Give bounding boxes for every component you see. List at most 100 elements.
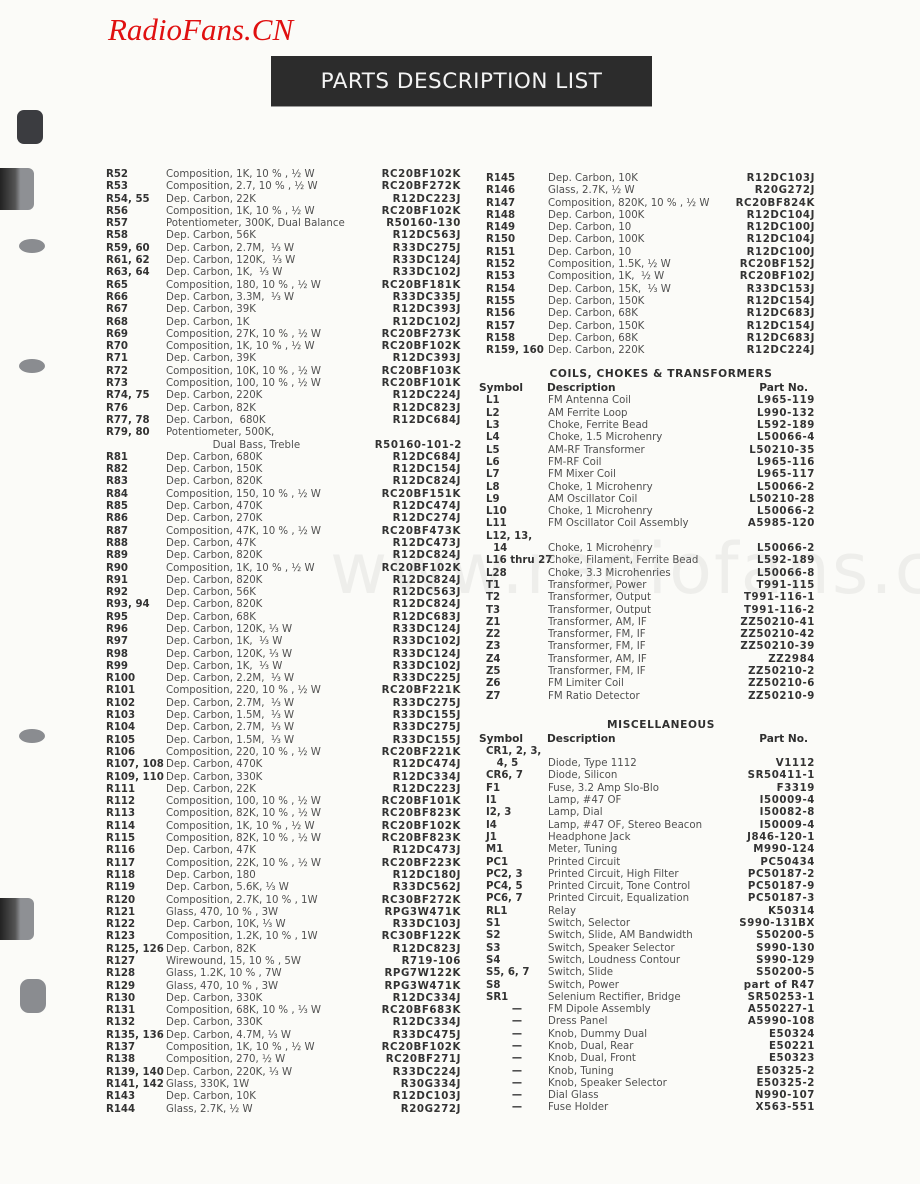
part-row: R109, 110 Dep. Carbon, 330K R12DC334J <box>106 772 462 784</box>
part-number: SR50411-1 <box>747 770 815 782</box>
part-symbol: R113 <box>106 808 136 820</box>
part-number: L990-132 <box>756 407 815 419</box>
part-description: Choke, 1.5 Microhenry <box>548 432 663 444</box>
part-description: Dep. Carbon, 10K <box>166 1091 256 1103</box>
part-number: R12DC563J <box>392 230 461 242</box>
part-symbol: R70 <box>106 341 129 353</box>
part-number: R12DC683J <box>392 611 461 623</box>
part-row: CR1, 2, 3, <box>486 746 816 758</box>
part-symbol: R157 <box>486 320 516 332</box>
part-row: R63, 64 Dep. Carbon, 1K, ⅓ W R33DC102J <box>106 267 462 279</box>
part-number: R33DC225J <box>392 673 461 685</box>
part-description: Dep. Carbon, 100K <box>548 209 645 221</box>
part-number: R33DC224J <box>392 1066 461 1078</box>
part-symbol: R82 <box>106 464 129 476</box>
part-symbol: Z1 <box>486 616 501 628</box>
part-symbol: R66 <box>106 291 129 303</box>
part-number: L965-116 <box>756 456 815 468</box>
part-symbol: R73 <box>106 378 129 390</box>
part-row: R141, 142 Glass, 330K, 1W R30G334J <box>106 1079 462 1091</box>
part-description: Composition, 1K, 10 % , ½ W <box>166 1042 315 1054</box>
part-description: Dep. Carbon, 2.7M, ⅓ W <box>166 697 295 709</box>
part-description: Dep. Carbon, 820K <box>166 599 263 611</box>
part-symbol: S8 <box>486 979 501 991</box>
part-number: R30G334J <box>400 1078 461 1090</box>
part-symbol: R149 <box>486 222 516 234</box>
part-symbol: 4, 5 <box>486 758 519 770</box>
part-row: Z5 Transformer, FM, IF ZZ50210-2 <box>486 666 816 678</box>
part-row: R57 Potentiometer, 300K, Dual Balance R501… <box>106 218 462 230</box>
part-description: Dep. Carbon, 1.5M, ⅓ W <box>166 710 295 722</box>
part-symbol: CR6, 7 <box>486 770 523 782</box>
part-description: Dep. Carbon, 15K, ⅓ W <box>548 283 671 295</box>
part-row: R137 Composition, 1K, 10 % , ½ W RC20BF102… <box>106 1042 462 1054</box>
part-number: RC20BF824K <box>735 197 815 209</box>
part-symbol: R155 <box>486 295 516 307</box>
part-row: R92 Dep. Carbon, 56K R12DC563J <box>106 587 462 599</box>
part-symbol: PC6, 7 <box>486 893 523 905</box>
part-row: L6 FM-RF Coil L965-116 <box>486 457 816 469</box>
part-number: R12DC104J <box>746 234 815 246</box>
part-row: SR1 Selenium Rectifier, Bridge SR50253-1 <box>486 992 816 1004</box>
misc-table-header: Symbol Description Part No. <box>479 733 816 746</box>
part-row: L16 thru 27 Choke, Filament, Ferrite Bead… <box>486 555 816 567</box>
part-number: R12DC154J <box>746 320 815 332</box>
part-row: R99 Dep. Carbon, 1K, ⅓ W R33DC102J <box>106 661 462 673</box>
part-description: Glass, 1.2K, 10 % , 7W <box>166 968 282 980</box>
part-row: R123 Composition, 1.2K, 10 % , 1W RC30BF12… <box>106 931 462 943</box>
part-row: R107, 108 Dep. Carbon, 470K R12DC474J <box>106 759 462 771</box>
part-description: Headphone Jack <box>548 831 631 843</box>
part-symbol: R58 <box>106 230 129 242</box>
part-number: R12DC154J <box>392 464 461 476</box>
part-symbol: Z5 <box>486 665 501 677</box>
part-symbol: R97 <box>106 636 129 648</box>
part-symbol: R121 <box>106 906 136 918</box>
part-description: Dep. Carbon, 120K, ⅓ W <box>166 648 293 660</box>
part-description: Composition, 82K, 10 % , ½ W <box>166 808 322 820</box>
part-symbol: — <box>511 1016 523 1028</box>
part-number: RC20BF272K <box>381 181 461 193</box>
header-description: Description <box>547 382 616 395</box>
part-symbol: L7 <box>486 469 500 481</box>
part-row: R146 Glass, 2.7K, ½ W R20G272J <box>486 185 816 197</box>
part-symbol: R76 <box>106 402 129 414</box>
part-description: FM-RF Coil <box>548 456 602 468</box>
part-symbol: R129 <box>106 980 136 992</box>
part-symbol: R57 <box>106 218 129 230</box>
part-symbol: R68 <box>106 316 129 328</box>
part-description: Printed Circuit, Tone Control <box>548 881 691 893</box>
part-symbol: R119 <box>106 882 136 894</box>
part-number: R12DC823J <box>392 402 461 414</box>
part-description: Composition, 1.2K, 10 % , 1W <box>166 931 318 943</box>
part-description: Dep. Carbon, 39K <box>166 353 256 365</box>
part-symbol: Z4 <box>486 653 501 665</box>
coils-section-title: COILS, CHOKES & TRANSFORMERS <box>549 368 773 381</box>
part-number: RC20BF221K <box>381 685 461 697</box>
part-symbol: L9 <box>486 493 500 505</box>
part-number: RC20BF102K <box>381 1042 461 1054</box>
part-number: S990-129 <box>756 954 815 966</box>
part-number: RC20BF102K <box>381 205 461 217</box>
part-symbol: R86 <box>106 513 129 525</box>
part-row: R111 Dep. Carbon, 22K R12DC223J <box>106 784 462 796</box>
part-number: M990-124 <box>753 844 815 856</box>
part-symbol: — <box>511 1053 523 1065</box>
part-row: L12, 13, <box>486 531 816 543</box>
part-symbol: R137 <box>106 1042 136 1054</box>
part-number: R33DC102J <box>392 267 461 279</box>
part-symbol: — <box>511 1004 523 1016</box>
part-description: Composition, 82K, 10 % , ½ W <box>166 833 322 845</box>
part-description: Dep. Carbon, 5.6K, ⅓ W <box>166 882 289 894</box>
part-description: Dep. Carbon, 220K, ⅓ W <box>166 1066 293 1078</box>
part-row: S2 Switch, Slide, AM Bandwidth S50200-5 <box>486 930 816 942</box>
part-row: R158 Dep. Carbon, 68K R12DC683J <box>486 333 816 345</box>
part-symbol: R91 <box>106 574 129 586</box>
part-number: R12DC824J <box>392 599 461 611</box>
part-row: S4 Switch, Loudness Contour S990-129 <box>486 955 816 967</box>
part-number: RC30BF272K <box>381 894 461 906</box>
part-row: R112 Composition, 100, 10 % , ½ W RC20BF10… <box>106 796 462 808</box>
part-description: Dep. Carbon, 68K <box>548 308 638 320</box>
part-description: Composition, 100, 10 % , ½ W <box>166 378 321 390</box>
part-row: R93, 94 Dep. Carbon, 820K R12DC824J <box>106 599 462 611</box>
part-row: R119 Dep. Carbon, 5.6K, ⅓ W R33DC562J <box>106 882 462 894</box>
